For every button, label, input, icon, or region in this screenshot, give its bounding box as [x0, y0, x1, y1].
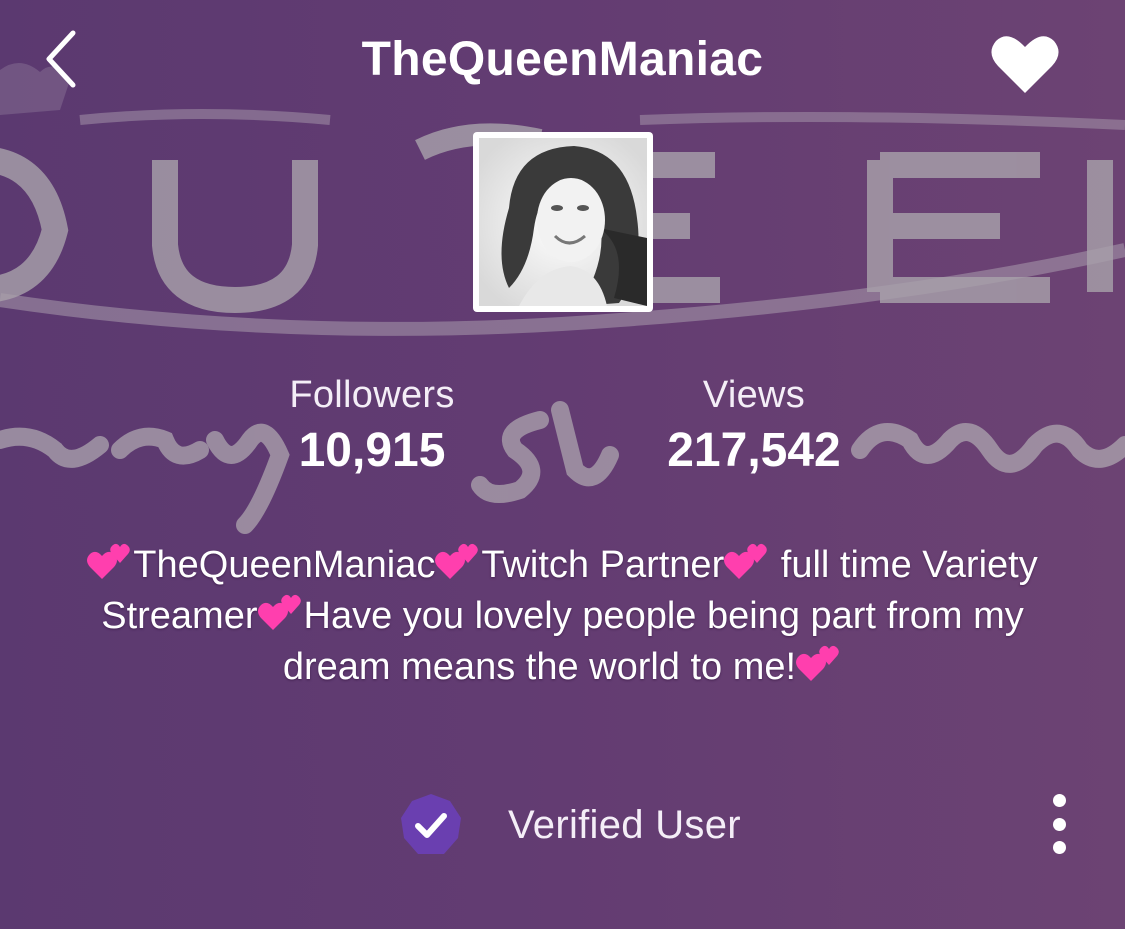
bio-text: TheQueenManiac Twitch Partner full time V…: [60, 540, 1065, 693]
page-title: TheQueenManiac: [361, 33, 764, 86]
more-vertical-icon: [1052, 841, 1066, 854]
favorite-button[interactable]: [982, 28, 1068, 100]
followers-count: 10,915: [298, 424, 446, 477]
two-hearts-icon: [87, 543, 133, 586]
more-vertical-icon: [1052, 794, 1066, 807]
views-label: Views: [702, 374, 806, 416]
two-hearts-icon: [796, 645, 842, 688]
verified-row: Verified User: [398, 790, 741, 860]
bio-segment: Twitch Partner: [481, 544, 725, 586]
bio-segment: TheQueenManiac: [133, 544, 436, 586]
avatar[interactable]: [473, 132, 653, 312]
bio-segment: Have you lovely people being part from m…: [282, 595, 1024, 688]
views-count: 217,542: [667, 424, 841, 477]
followers-label: Followers: [289, 374, 455, 416]
two-hearts-icon: [724, 543, 770, 586]
more-vertical-icon: [1052, 817, 1066, 831]
verified-check-icon: [401, 794, 461, 854]
two-hearts-icon: [257, 594, 304, 637]
heart-icon: [991, 36, 1059, 93]
profile-photo: [479, 138, 647, 306]
views-stat: Views 217,542: [624, 374, 884, 478]
two-hearts-icon: [435, 543, 481, 586]
more-options-button[interactable]: [1036, 788, 1082, 860]
verified-label: Verified User: [508, 802, 741, 847]
followers-stat: Followers 10,915: [242, 374, 502, 478]
